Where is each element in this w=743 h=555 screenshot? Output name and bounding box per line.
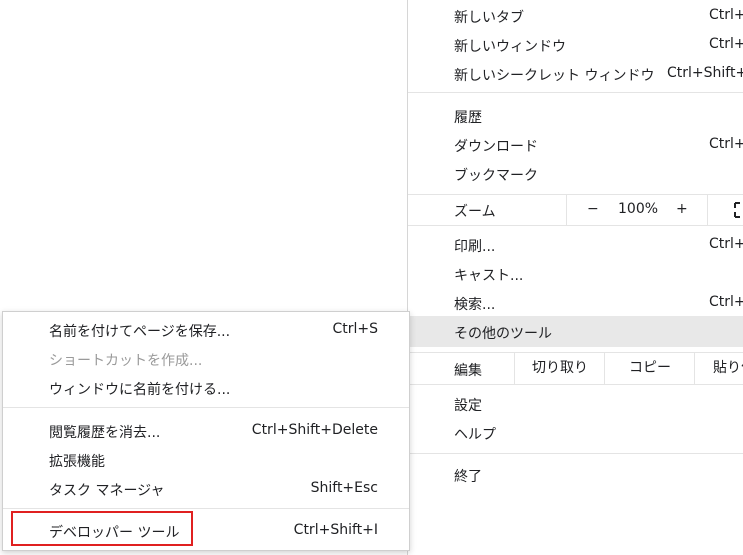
submenu-divider: [3, 407, 409, 408]
downloads-label: ダウンロード: [454, 139, 538, 155]
developer-tools-highlight-box: [11, 511, 193, 546]
save-page-shortcut: Ctrl+S: [332, 321, 378, 337]
save-page-label: 名前を付けてページを保存...: [49, 324, 231, 340]
settings-label: 設定: [454, 398, 482, 414]
cut-button[interactable]: 切り取り: [514, 353, 605, 384]
zoom-minus-icon: −: [587, 201, 599, 217]
downloads-shortcut: Ctrl+: [709, 136, 743, 152]
menu-item-new-window[interactable]: 新しいウィンドウ Ctrl+: [408, 30, 743, 59]
history-label: 履歴: [454, 110, 482, 126]
new-tab-shortcut: Ctrl+: [709, 7, 743, 23]
help-label: ヘルプ: [454, 427, 496, 443]
new-incognito-shortcut: Ctrl+Shift+I: [667, 65, 743, 81]
menu-item-new-incognito-window[interactable]: 新しいシークレット ウィンドウ Ctrl+Shift+I: [408, 59, 743, 88]
menu-item-cast[interactable]: キャスト...: [408, 259, 743, 288]
menu-item-more-tools[interactable]: その他のツール: [408, 316, 743, 347]
zoom-label: ズーム: [454, 204, 496, 220]
more-tools-label: その他のツール: [454, 326, 552, 342]
edit-label: 編集: [454, 363, 482, 379]
fullscreen-icon: [734, 202, 740, 218]
find-shortcut: Ctrl+: [709, 294, 743, 310]
submenu-item-create-shortcut: ショートカットを作成...: [3, 344, 409, 373]
submenu-item-clear-history[interactable]: 閲覧履歴を消去... Ctrl+Shift+Delete: [3, 416, 409, 445]
browser-main-menu: 新しいタブ Ctrl+ 新しいウィンドウ Ctrl+ 新しいシークレット ウィン…: [407, 0, 743, 555]
copy-button[interactable]: コピー: [604, 353, 695, 384]
submenu-item-name-window[interactable]: ウィンドウに名前を付ける...: [3, 373, 409, 402]
new-window-shortcut: Ctrl+: [709, 36, 743, 52]
developer-tools-shortcut: Ctrl+Shift+I: [293, 522, 378, 538]
menu-item-new-tab[interactable]: 新しいタブ Ctrl+: [408, 1, 743, 30]
zoom-in-button[interactable]: +: [676, 201, 688, 217]
zoom-plus-icon: +: [676, 201, 688, 217]
menu-item-history[interactable]: 履歴: [408, 101, 743, 130]
menu-item-find[interactable]: 検索... Ctrl+: [408, 288, 743, 317]
menu-item-downloads[interactable]: ダウンロード Ctrl+: [408, 130, 743, 159]
create-shortcut-label: ショートカットを作成...: [49, 353, 203, 369]
menu-item-bookmarks[interactable]: ブックマーク: [408, 159, 743, 188]
task-manager-shortcut: Shift+Esc: [310, 480, 378, 496]
new-tab-label: 新しいタブ: [454, 10, 524, 26]
new-incognito-label: 新しいシークレット ウィンドウ: [454, 68, 655, 84]
extensions-label: 拡張機能: [49, 454, 105, 470]
bookmarks-label: ブックマーク: [454, 168, 538, 184]
menu-divider: [408, 453, 743, 454]
print-shortcut: Ctrl+: [709, 236, 743, 252]
submenu-item-extensions[interactable]: 拡張機能: [3, 445, 409, 474]
paste-button[interactable]: 貼り付: [694, 353, 743, 384]
menu-item-exit[interactable]: 終了: [408, 460, 743, 489]
task-manager-label: タスク マネージャ: [49, 483, 165, 499]
name-window-label: ウィンドウに名前を付ける...: [49, 382, 231, 398]
clear-history-label: 閲覧履歴を消去...: [49, 425, 161, 441]
find-label: 検索...: [454, 297, 496, 313]
submenu-divider: [3, 508, 409, 509]
submenu-item-task-manager[interactable]: タスク マネージャ Shift+Esc: [3, 474, 409, 503]
exit-label: 終了: [454, 469, 482, 485]
clear-history-shortcut: Ctrl+Shift+Delete: [251, 422, 378, 438]
menu-item-help[interactable]: ヘルプ: [408, 418, 743, 447]
zoom-level: 100%: [618, 201, 659, 217]
submenu-item-save-page[interactable]: 名前を付けてページを保存... Ctrl+S: [3, 315, 409, 344]
print-label: 印刷...: [454, 239, 496, 255]
fullscreen-button[interactable]: [707, 195, 743, 225]
menu-item-print[interactable]: 印刷... Ctrl+: [408, 230, 743, 259]
edit-row: 編集 切り取り コピー 貼り付: [408, 352, 743, 385]
cast-label: キャスト...: [454, 268, 524, 284]
menu-item-settings[interactable]: 設定: [408, 389, 743, 418]
new-window-label: 新しいウィンドウ: [454, 39, 566, 55]
zoom-row: ズーム − 100% +: [408, 194, 743, 226]
menu-divider: [408, 92, 743, 93]
